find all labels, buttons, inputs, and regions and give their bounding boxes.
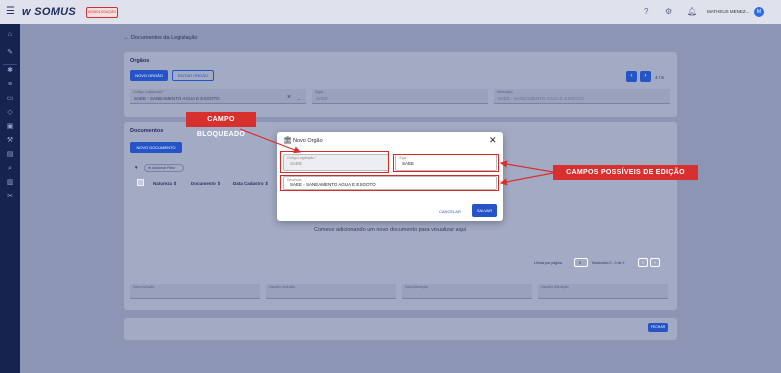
blocked-annotation: CAMPO BLOQUEADO [186, 112, 256, 138]
editable-arrow-descricao [499, 172, 554, 186]
blocked-arrow [239, 128, 302, 154]
editable-arrow-sigla [499, 160, 554, 173]
annotation-arrows [239, 128, 554, 186]
editable-annotation: CAMPOS POSSÍVEIS DE EDIÇÃO [553, 165, 698, 180]
